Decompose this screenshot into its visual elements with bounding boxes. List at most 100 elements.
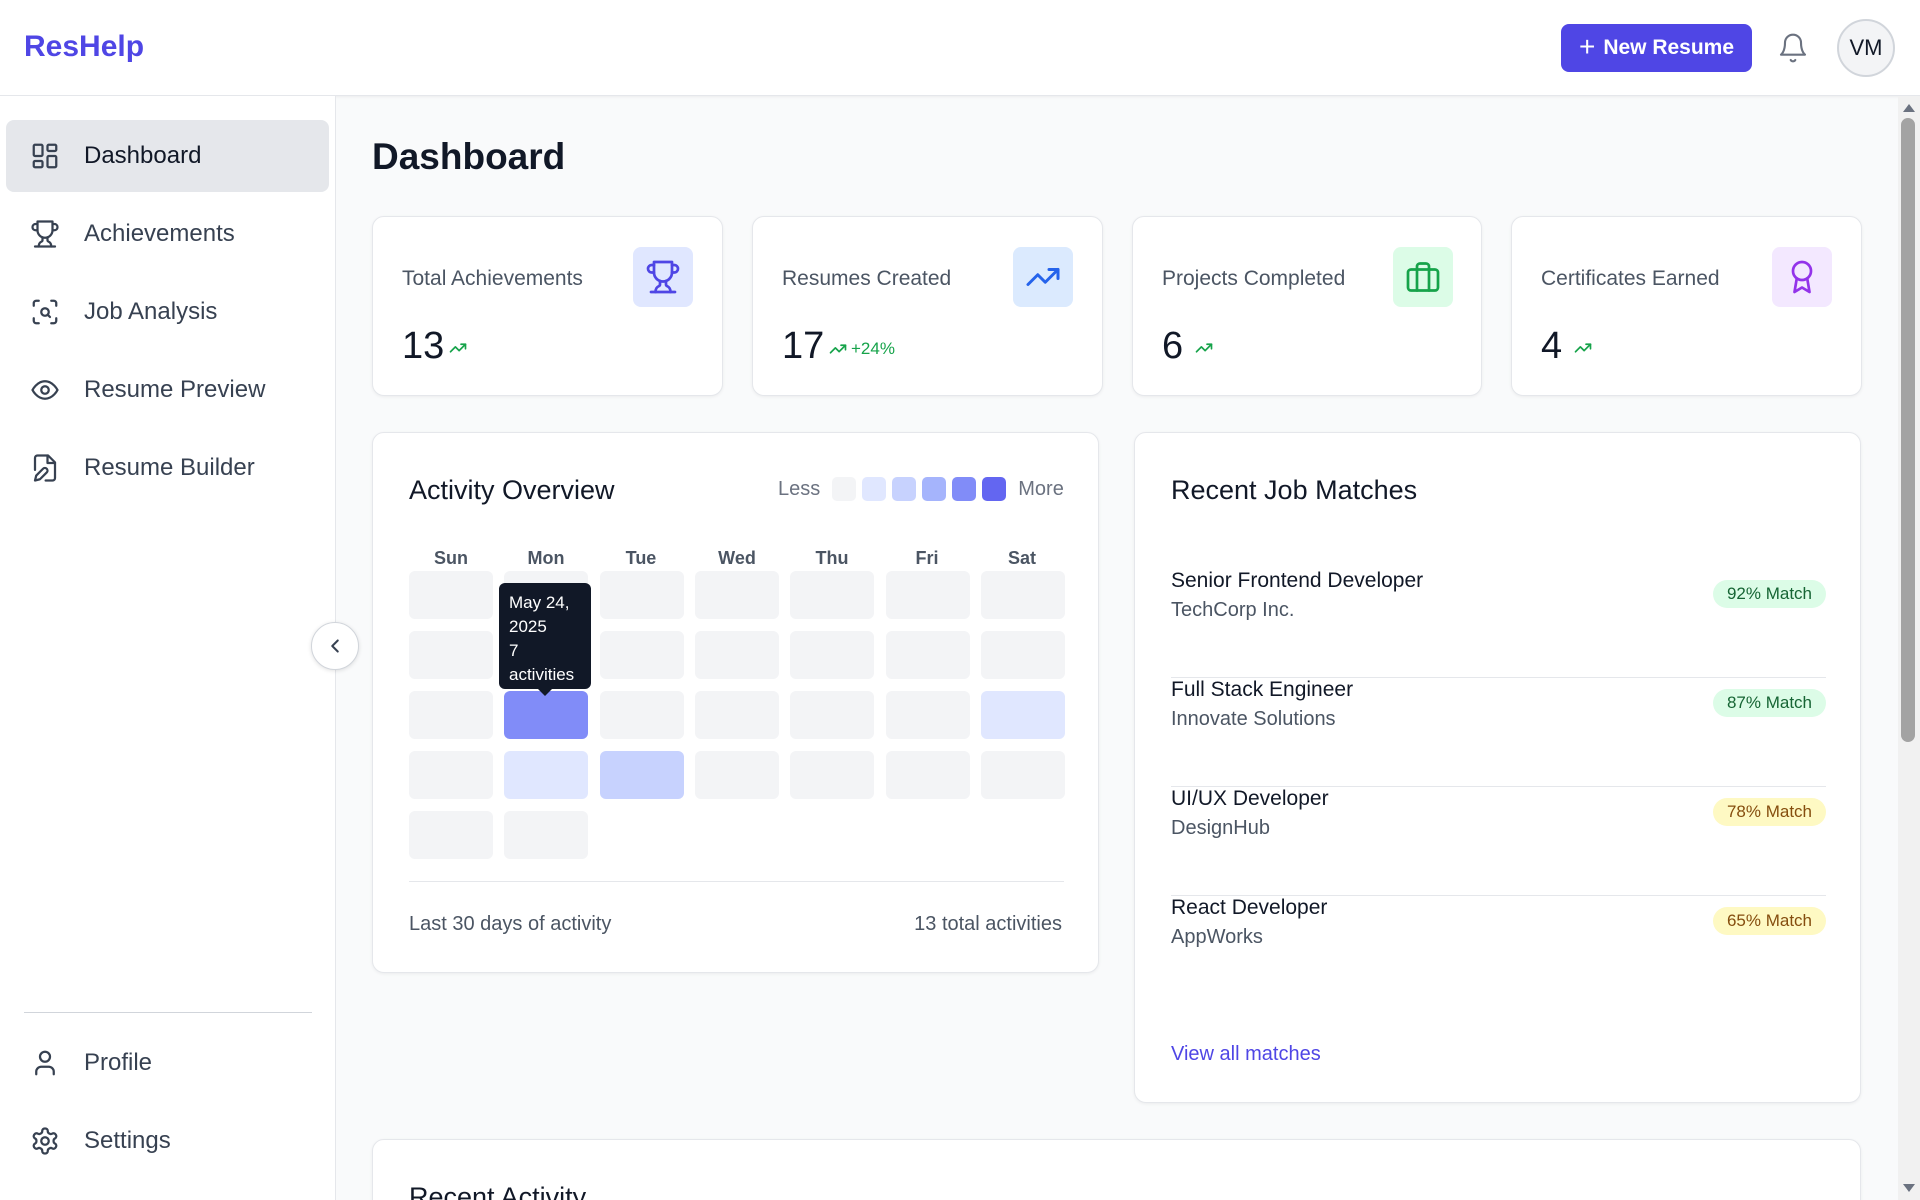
activity-day-cell[interactable] bbox=[409, 691, 493, 739]
job-company: Innovate Solutions bbox=[1171, 708, 1336, 730]
activity-day-cell[interactable] bbox=[885, 571, 970, 619]
match-badge: 92% Match bbox=[1712, 580, 1826, 608]
day-label: Fri bbox=[915, 548, 939, 568]
activity-day-cell[interactable] bbox=[980, 691, 1065, 739]
activity-day-cell[interactable] bbox=[409, 571, 493, 619]
job-title: Senior Frontend Developer bbox=[1171, 569, 1424, 592]
scroll-down-icon[interactable] bbox=[1903, 1184, 1915, 1192]
legend-swatch bbox=[832, 477, 857, 501]
activity-day-cell[interactable] bbox=[599, 691, 684, 739]
recent-activity-card: Recent Activity bbox=[372, 1139, 1861, 1200]
stat-label: Resumes Created bbox=[782, 267, 952, 290]
tooltip-date-line: 2025 bbox=[509, 617, 547, 636]
activity-day-cell[interactable] bbox=[790, 631, 875, 679]
page-scrollbar[interactable] bbox=[1898, 96, 1920, 1200]
activity-day-cell[interactable] bbox=[980, 631, 1065, 679]
activity-day-cell[interactable] bbox=[694, 631, 779, 679]
recent-activity-title: Recent Activity bbox=[409, 1182, 587, 1200]
activity-day-cell[interactable] bbox=[980, 751, 1065, 799]
trending-up-icon bbox=[1013, 247, 1073, 307]
eye-icon bbox=[31, 380, 59, 400]
sidebar-item-label: Achievements bbox=[84, 220, 235, 247]
stat-value: 13 bbox=[402, 325, 445, 367]
job-matches-card: Recent Job Matches Senior Frontend Devel… bbox=[1134, 432, 1861, 1103]
legend-swatch bbox=[922, 477, 947, 501]
bell-icon[interactable] bbox=[1777, 30, 1809, 66]
job-title: Full Stack Engineer bbox=[1171, 678, 1354, 701]
activity-day-cell[interactable] bbox=[980, 571, 1065, 619]
activity-day-cell[interactable] bbox=[504, 751, 589, 799]
activity-day-cell[interactable] bbox=[409, 751, 493, 799]
day-label: Sat bbox=[1007, 548, 1036, 568]
activity-day-cell[interactable] bbox=[790, 691, 875, 739]
activity-day-cell[interactable] bbox=[694, 691, 779, 739]
scroll-thumb[interactable] bbox=[1901, 118, 1915, 742]
sidebar-item-resume-preview[interactable]: Resume Preview bbox=[6, 354, 329, 426]
job-title: React Developer bbox=[1171, 896, 1328, 919]
avatar[interactable]: VM bbox=[1837, 19, 1895, 77]
job-match-item[interactable]: UI/UX Developer DesignHub 78% Match bbox=[1171, 787, 1826, 896]
activity-day-cell[interactable] bbox=[504, 691, 589, 739]
activity-day-cell[interactable] bbox=[599, 751, 684, 799]
activity-day-cell[interactable] bbox=[599, 631, 684, 679]
stat-card-achievements: Total Achievements 13 bbox=[372, 216, 723, 396]
day-label: Tue bbox=[625, 548, 657, 568]
scroll-up-icon[interactable] bbox=[1903, 104, 1915, 112]
job-matches-title: Recent Job Matches bbox=[1171, 475, 1418, 505]
match-badge: 78% Match bbox=[1712, 798, 1826, 826]
sidebar-item-label: Resume Preview bbox=[84, 376, 266, 403]
briefcase-icon bbox=[1393, 247, 1453, 307]
sidebar-item-resume-builder[interactable]: Resume Builder bbox=[6, 432, 329, 504]
activity-legend: Less More bbox=[778, 477, 1064, 501]
activity-divider bbox=[409, 881, 1064, 882]
trending-up-icon bbox=[1574, 343, 1592, 353]
activity-day-cell[interactable] bbox=[409, 811, 493, 859]
sidebar-item-profile[interactable]: Profile bbox=[6, 1027, 329, 1099]
activity-day-cell[interactable] bbox=[409, 631, 493, 679]
stat-trend bbox=[449, 339, 467, 357]
activity-total-label: 13 total activities bbox=[914, 913, 1062, 935]
activity-day-cell[interactable] bbox=[694, 571, 779, 619]
sidebar-item-dashboard[interactable]: Dashboard bbox=[6, 120, 329, 192]
activity-day-cell[interactable] bbox=[504, 811, 589, 859]
activity-day-cell[interactable] bbox=[790, 751, 875, 799]
activity-day-cell[interactable] bbox=[694, 751, 779, 799]
activity-day-cell[interactable] bbox=[885, 691, 970, 739]
legend-less-label: Less bbox=[778, 477, 821, 500]
new-resume-label: New Resume bbox=[1603, 36, 1735, 59]
sidebar-item-job-analysis[interactable]: Job Analysis bbox=[6, 276, 329, 348]
stat-label: Projects Completed bbox=[1162, 267, 1346, 290]
stat-trend bbox=[1574, 339, 1592, 357]
job-match-item[interactable]: Senior Frontend Developer TechCorp Inc. … bbox=[1171, 569, 1826, 678]
legend-swatch bbox=[892, 477, 917, 501]
job-company: TechCorp Inc. bbox=[1171, 599, 1295, 621]
collapse-sidebar-button[interactable] bbox=[311, 622, 359, 670]
activity-day-cell[interactable] bbox=[885, 751, 970, 799]
view-all-matches-link[interactable]: View all matches bbox=[1171, 1043, 1321, 1066]
job-match-item[interactable]: Full Stack Engineer Innovate Solutions 8… bbox=[1171, 678, 1826, 787]
activity-day-cell[interactable] bbox=[790, 571, 875, 619]
job-match-item[interactable]: React Developer AppWorks 65% Match bbox=[1171, 896, 1826, 1005]
chevron-left-icon bbox=[331, 639, 339, 653]
job-company: AppWorks bbox=[1171, 926, 1263, 948]
activity-day-cell[interactable] bbox=[885, 631, 970, 679]
job-title: UI/UX Developer bbox=[1171, 787, 1329, 810]
activity-day-cell[interactable] bbox=[599, 571, 684, 619]
trophy-icon bbox=[633, 247, 693, 307]
trophy-icon bbox=[31, 220, 59, 248]
trending-up-icon bbox=[1195, 343, 1213, 353]
stat-value: 17 bbox=[782, 325, 825, 367]
brand-logo[interactable]: ResHelp bbox=[24, 30, 144, 64]
activity-period-label: Last 30 days of activity bbox=[409, 913, 612, 935]
new-resume-button[interactable]: + New Resume bbox=[1561, 24, 1752, 72]
stat-card-certificates: Certificates Earned 4 bbox=[1511, 216, 1862, 396]
legend-more-label: More bbox=[1018, 477, 1064, 500]
sidebar-item-achievements[interactable]: Achievements bbox=[6, 198, 329, 270]
day-label: Wed bbox=[718, 548, 756, 568]
stat-label: Certificates Earned bbox=[1541, 267, 1720, 290]
sidebar-item-label: Dashboard bbox=[84, 142, 202, 169]
day-label: Sun bbox=[434, 548, 468, 568]
sidebar-item-settings[interactable]: Settings bbox=[6, 1105, 329, 1177]
sidebar-item-label: Resume Builder bbox=[84, 454, 255, 481]
user-icon bbox=[35, 1050, 55, 1076]
